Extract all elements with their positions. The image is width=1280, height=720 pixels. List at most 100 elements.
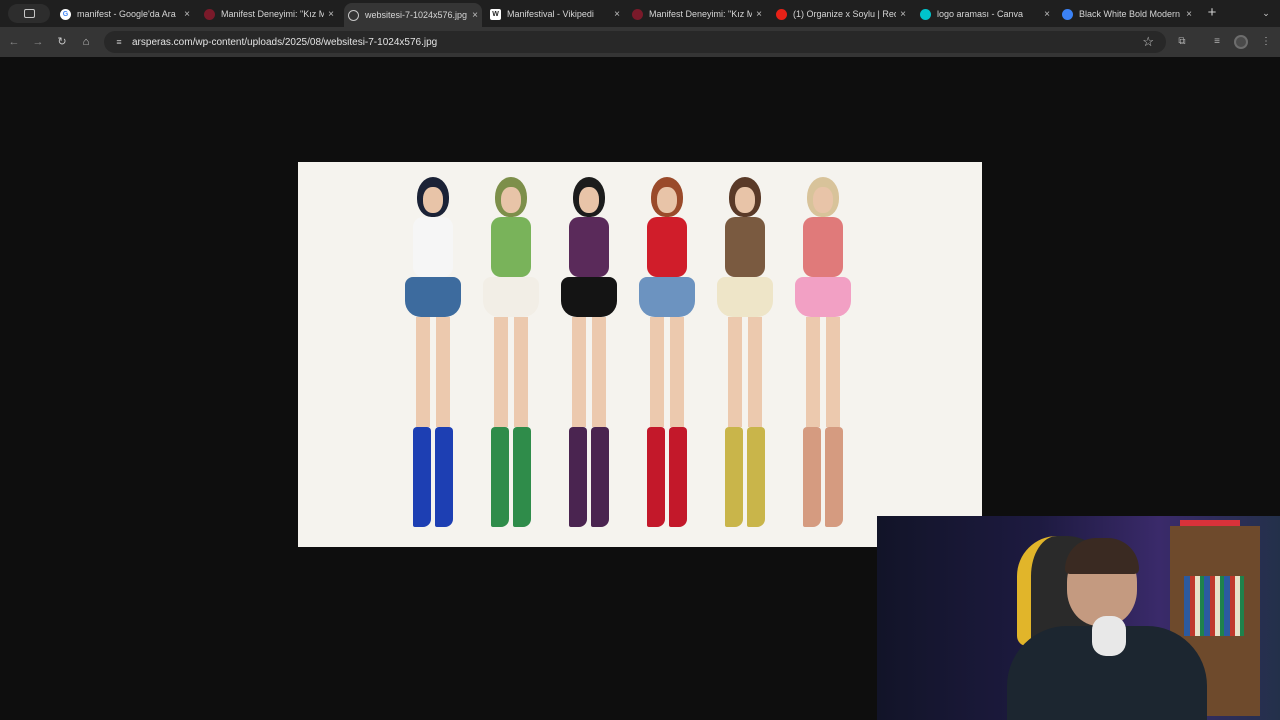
close-icon[interactable]: × [752,9,766,20]
figure-torso [803,217,843,277]
tab-manifestival-vikipedi[interactable]: W Manifestival - Vikipedi × [490,3,624,25]
google-icon: G [60,8,71,20]
figure-leg [494,317,508,427]
figure-skirt [561,277,617,317]
figure-face [735,187,755,213]
site-info-icon[interactable]: ≡ [112,37,126,47]
microphone-icon [1092,616,1126,656]
figure-boot [569,427,587,527]
figure-skirt [483,277,539,317]
figure-leg [436,317,450,427]
person-figure [476,177,546,537]
figure-leg [416,317,430,427]
bookmark-star-icon[interactable]: ☆ [1142,34,1154,50]
browser-toolbar: ← → ↻ ⌂ ≡ arsperas.com/wp-content/upload… [0,27,1280,57]
tab-title: manifest - Google'da Ara [77,9,176,19]
tab-overview-icon [23,9,35,18]
person-figure [554,177,624,537]
canva-icon [920,8,931,20]
figure-boot [513,427,531,527]
tab-title: Manifest Deneyimi: "Kız Ma [649,9,752,19]
figure-boot [825,427,843,527]
home-icon[interactable]: ⌂ [78,34,94,50]
figure-torso [725,217,765,277]
figure-leg [748,317,762,427]
figure-leg [514,317,528,427]
tab-strip: G manifest - Google'da Ara × Manifest De… [0,0,1280,27]
figure-skirt [639,277,695,317]
figure-boot [669,427,687,527]
person-figure [398,177,468,537]
figure-skirt [405,277,461,317]
tab-black-white-bold-modern[interactable]: Black White Bold Modern × [1062,3,1196,25]
tab-title: websitesi-7-1024x576.jpg [365,10,468,20]
close-icon[interactable]: × [180,9,194,20]
figure-face [501,187,521,213]
extensions-icon[interactable]: ⧉ [1174,34,1190,50]
person-figure [788,177,858,537]
figure-boot [435,427,453,527]
close-icon[interactable]: × [896,9,910,20]
site-icon [632,8,643,20]
media-controls-icon[interactable]: ≡ [1209,34,1225,50]
close-icon[interactable]: × [1040,9,1054,20]
books [1184,576,1244,636]
tab-websitesi-image[interactable]: websitesi-7-1024x576.jpg × [344,3,482,27]
webcam-overlay [877,516,1280,720]
figure-face [813,187,833,213]
menu-kebab-icon[interactable]: ⋮ [1258,34,1274,50]
figure-torso [413,217,453,277]
tab-search-button[interactable] [8,4,50,23]
wikipedia-icon: W [490,8,501,20]
tab-logo-aramasi-canva[interactable]: logo araması - Canva × [920,3,1054,25]
figure-boot [725,427,743,527]
figure-leg [572,317,586,427]
new-tab-button[interactable]: + [1204,5,1220,21]
figure-leg [806,317,820,427]
close-icon[interactable]: × [324,9,338,20]
tab-title: Manifestival - Vikipedi [507,9,594,19]
figure-skirt [795,277,851,317]
forward-icon[interactable]: → [30,34,46,50]
address-bar[interactable]: ≡ arsperas.com/wp-content/uploads/2025/0… [104,31,1166,53]
tab-title: (1) Organize x Soylu | Red [793,9,896,19]
canva-icon [1062,8,1073,20]
site-icon [204,8,215,20]
figure-leg [650,317,664,427]
close-icon[interactable]: × [468,10,482,21]
youtube-icon [776,8,787,20]
close-icon[interactable]: × [1182,9,1196,20]
figure-boot [647,427,665,527]
figure-torso [647,217,687,277]
person-figure [710,177,780,537]
figure-torso [569,217,609,277]
figure-leg [728,317,742,427]
figure-leg [592,317,606,427]
profile-avatar[interactable] [1234,35,1248,49]
figure-face [579,187,599,213]
person-figure [632,177,702,537]
figure-boot [803,427,821,527]
figure-face [657,187,677,213]
displayed-image[interactable] [298,162,982,547]
tab-title: Black White Bold Modern [1079,9,1181,19]
tab-organize-soylu[interactable]: (1) Organize x Soylu | Red × [776,3,910,25]
reload-icon[interactable]: ↻ [54,34,70,50]
figure-boot [591,427,609,527]
figure-boot [491,427,509,527]
tab-manifest-deneyimi-2[interactable]: Manifest Deneyimi: "Kız Ma × [632,3,766,25]
tab-title: logo araması - Canva [937,9,1024,19]
figure-leg [826,317,840,427]
figure-boot [413,427,431,527]
figure-boot [747,427,765,527]
close-icon[interactable]: × [610,9,624,20]
tab-manifest-deneyimi-1[interactable]: Manifest Deneyimi: "Kız Ma × [204,3,338,25]
tab-title: Manifest Deneyimi: "Kız Ma [221,9,324,19]
figure-leg [670,317,684,427]
globe-icon [348,9,359,21]
tab-list-menu-icon[interactable]: ⌄ [1257,5,1275,21]
tab-google-search[interactable]: G manifest - Google'da Ara × [60,3,194,25]
back-icon[interactable]: ← [6,34,22,50]
figure-torso [491,217,531,277]
url-text[interactable]: arsperas.com/wp-content/uploads/2025/08/… [132,37,437,48]
